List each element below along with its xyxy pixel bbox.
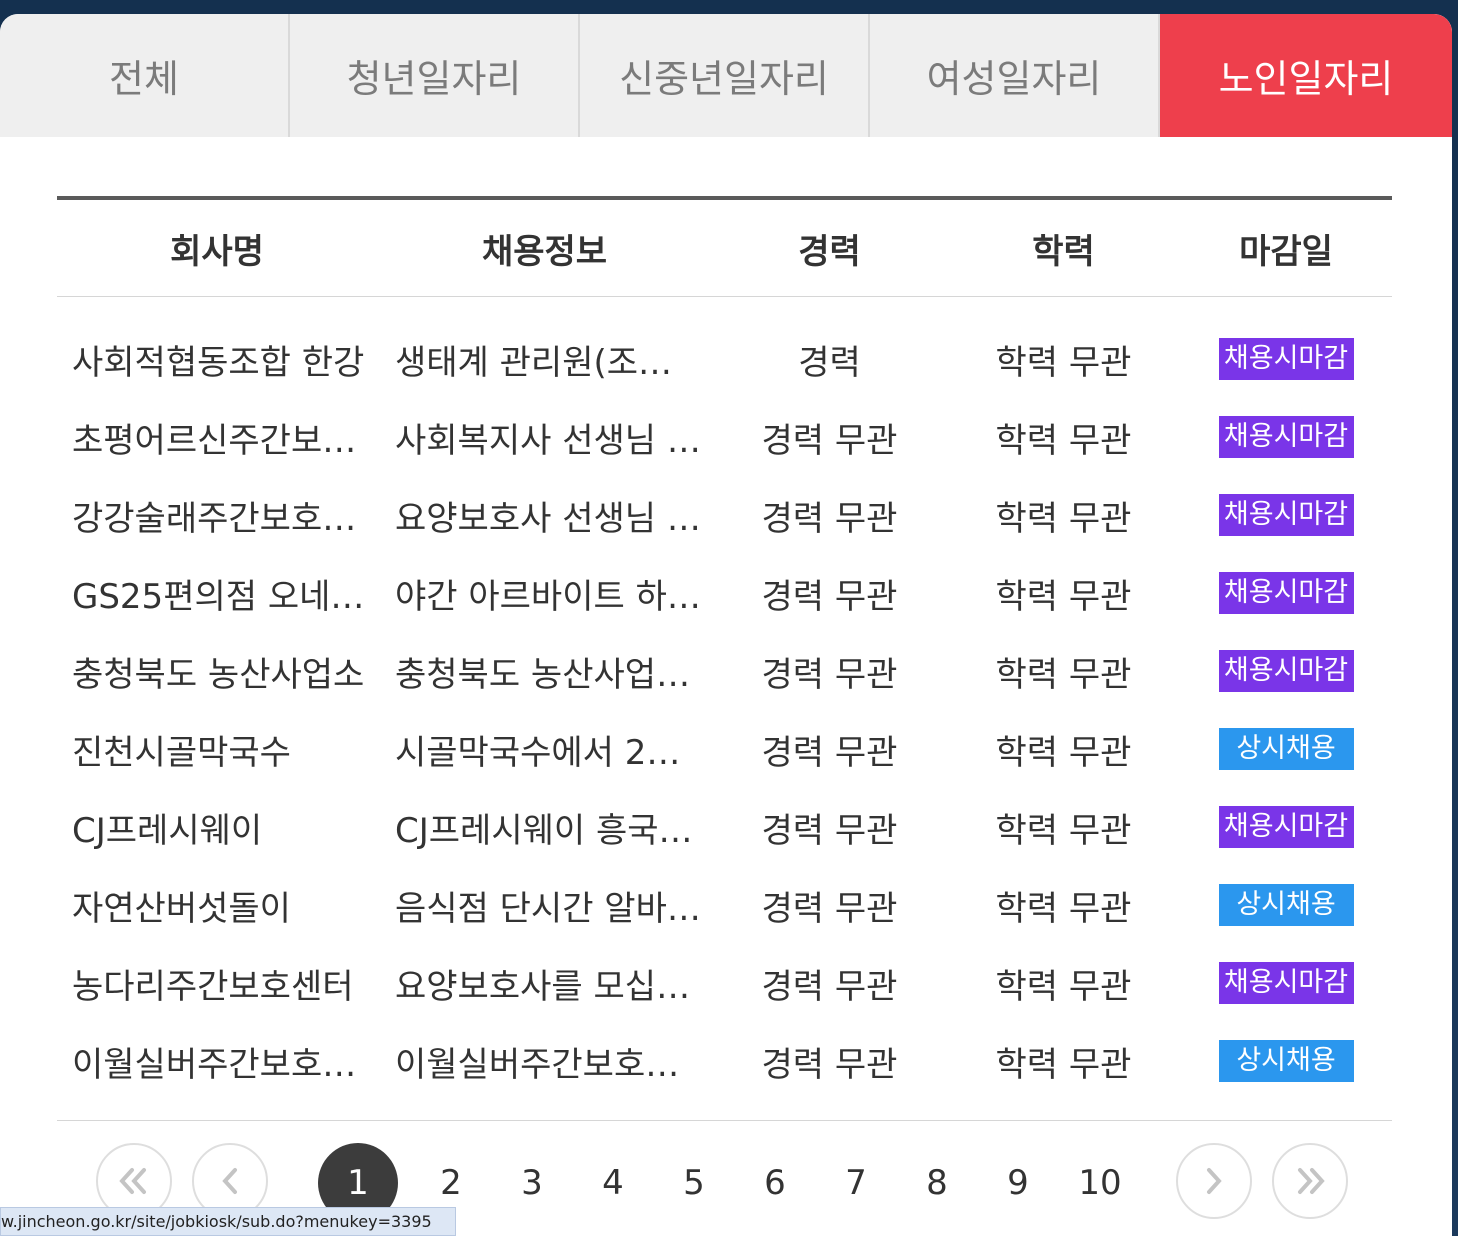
company-cell[interactable]: 이월실버주간보호… (57, 1037, 377, 1086)
job-listing-panel: 전체 청년일자리 신중년일자리 여성일자리 노인일자리 회사명 채용정보 경력 … (0, 14, 1452, 1236)
job-info-cell[interactable]: 야간 아르바이트 하실 … (377, 569, 712, 618)
education-cell: 학력 무관 (995, 576, 1132, 617)
table-row[interactable]: 자연산버섯돌이 음식점 단시간 알바 채용 경력 무관 학력 무관 상시채용 (57, 866, 1392, 944)
double-chevron-right-icon[interactable] (1272, 1143, 1348, 1219)
deadline-badge: 채용시마감 (1218, 338, 1354, 380)
page-4[interactable]: 4 (573, 1143, 653, 1223)
deadline-badge: 채용시마감 (1218, 494, 1354, 536)
deadline-badge: 상시채용 (1218, 884, 1354, 926)
career-cell: 경력 무관 (761, 888, 898, 929)
company-cell[interactable]: 사회적협동조합 한강 (57, 335, 377, 384)
category-tabs: 전체 청년일자리 신중년일자리 여성일자리 노인일자리 (0, 14, 1452, 137)
deadline-badge: 상시채용 (1218, 728, 1354, 770)
job-info-cell[interactable]: 사회복지사 선생님 모… (377, 413, 712, 462)
company-cell[interactable]: GS25편의점 오네… (57, 569, 377, 618)
deadline-badge: 채용시마감 (1218, 806, 1354, 848)
table-row[interactable]: 진천시골막국수 시골막국수에서 2월2… 경력 무관 학력 무관 상시채용 (57, 710, 1392, 788)
deadline-cell: 채용시마감 (1180, 962, 1392, 1004)
education-cell: 학력 무관 (995, 966, 1132, 1007)
job-info-cell[interactable]: 요양보호사 선생님 모… (377, 491, 712, 540)
header-deadline: 마감일 (1239, 231, 1333, 272)
job-info-cell[interactable]: 시골막국수에서 2월2… (377, 725, 712, 774)
header-career: 경력 (798, 231, 861, 272)
deadline-cell: 상시채용 (1180, 1040, 1392, 1082)
tab-women-jobs[interactable]: 여성일자리 (870, 14, 1160, 137)
career-cell: 경력 무관 (761, 732, 898, 773)
deadline-badge: 상시채용 (1218, 1040, 1354, 1082)
table-row[interactable]: 농다리주간보호센터 요양보호사를 모십니다. 경력 무관 학력 무관 채용시마감 (57, 944, 1392, 1022)
deadline-cell: 채용시마감 (1180, 806, 1392, 848)
career-cell: 경력 무관 (761, 576, 898, 617)
table-body: 사회적협동조합 한강생태계 관리원(조경)경…경력학력 무관채용시마감초평어르신… (57, 297, 1392, 1121)
career-cell: 경력 무관 (761, 1044, 898, 1085)
header-job-info: 채용정보 (481, 231, 608, 272)
deadline-cell: 채용시마감 (1180, 416, 1392, 458)
education-cell: 학력 무관 (995, 810, 1132, 851)
tab-youth-jobs[interactable]: 청년일자리 (290, 14, 580, 137)
job-table: 회사명 채용정보 경력 학력 마감일 사회적협동조합 한강 생태계 관리원(조경)… (57, 196, 1392, 1121)
career-cell: 경력 (798, 342, 861, 383)
table-row[interactable]: 충청북도 농산사업소 충청북도 농산사업소 … 경력 무관 학력 무관 채용시마감 (57, 632, 1392, 710)
chevron-right-icon[interactable] (1176, 1143, 1252, 1219)
tab-all[interactable]: 전체 (0, 14, 290, 137)
career-cell: 경력 무관 (761, 966, 898, 1007)
company-cell[interactable]: 농다리주간보호센터 (57, 959, 377, 1008)
education-cell: 학력 무관 (995, 654, 1132, 695)
company-cell[interactable]: 충청북도 농산사업소 (57, 647, 377, 696)
job-info-cell[interactable]: 이월실버주간보호센… (377, 1037, 712, 1086)
page-7[interactable]: 7 (816, 1143, 896, 1223)
page-5[interactable]: 5 (654, 1143, 734, 1223)
header-education: 학력 (1032, 231, 1095, 272)
education-cell: 학력 무관 (995, 420, 1132, 461)
deadline-badge: 채용시마감 (1218, 962, 1354, 1004)
page-3[interactable]: 3 (492, 1143, 572, 1223)
deadline-cell: 상시채용 (1180, 728, 1392, 770)
deadline-cell: 채용시마감 (1180, 572, 1392, 614)
job-info-cell[interactable]: 요양보호사를 모십니다. (377, 959, 712, 1008)
deadline-cell: 채용시마감 (1180, 494, 1392, 536)
table-row[interactable]: CJ프레시웨이 CJ프레시웨이 흥국에… 경력 무관 학력 무관 채용시마감 (57, 788, 1392, 866)
education-cell: 학력 무관 (995, 732, 1132, 773)
page-6[interactable]: 6 (735, 1143, 815, 1223)
education-cell: 학력 무관 (995, 498, 1132, 539)
deadline-badge: 채용시마감 (1218, 650, 1354, 692)
company-cell[interactable]: 진천시골막국수 (57, 725, 377, 774)
job-info-cell[interactable]: CJ프레시웨이 흥국에… (377, 803, 712, 852)
company-cell[interactable]: 자연산버섯돌이 (57, 881, 377, 930)
deadline-badge: 채용시마감 (1218, 416, 1354, 458)
table-header: 회사명 채용정보 경력 학력 마감일 (57, 196, 1392, 297)
career-cell: 경력 무관 (761, 420, 898, 461)
career-cell: 경력 무관 (761, 654, 898, 695)
company-cell[interactable]: CJ프레시웨이 (57, 803, 377, 852)
deadline-cell: 채용시마감 (1180, 338, 1392, 380)
tab-senior-jobs[interactable]: 노인일자리 (1160, 14, 1452, 137)
tab-middle-age-jobs[interactable]: 신중년일자리 (580, 14, 870, 137)
table-row[interactable]: 이월실버주간보호… 이월실버주간보호센… 경력 무관 학력 무관 상시채용 (57, 1022, 1392, 1100)
table-row[interactable]: 사회적협동조합 한강생태계 관리원(조경)경… 경력 학력 무관 채용시마감 (57, 320, 1392, 398)
job-info-cell[interactable]: 충청북도 농산사업소 … (377, 647, 712, 696)
deadline-cell: 채용시마감 (1180, 650, 1392, 692)
table-row[interactable]: 강강술래주간보호… 요양보호사 선생님 모… 경력 무관 학력 무관 채용시마감 (57, 476, 1392, 554)
education-cell: 학력 무관 (995, 1044, 1132, 1085)
job-info-cell[interactable]: 음식점 단시간 알바 채용 (377, 881, 712, 930)
company-cell[interactable]: 초평어르신주간보… (57, 413, 377, 462)
education-cell: 학력 무관 (995, 342, 1132, 383)
header-company: 회사명 (170, 231, 264, 272)
company-cell[interactable]: 강강술래주간보호… (57, 491, 377, 540)
career-cell: 경력 무관 (761, 810, 898, 851)
page-10[interactable]: 10 (1060, 1143, 1140, 1223)
table-row[interactable]: 초평어르신주간보… 사회복지사 선생님 모… 경력 무관 학력 무관 채용시마감 (57, 398, 1392, 476)
deadline-badge: 채용시마감 (1218, 572, 1354, 614)
page-8[interactable]: 8 (897, 1143, 977, 1223)
table-row[interactable]: GS25편의점 오네… 야간 아르바이트 하실 … 경력 무관 학력 무관 채용시마감 (57, 554, 1392, 632)
education-cell: 학력 무관 (995, 888, 1132, 929)
page-9[interactable]: 9 (978, 1143, 1058, 1223)
browser-status-url: w.jincheon.go.kr/site/jobkiosk/sub.do?me… (0, 1207, 456, 1236)
deadline-cell: 상시채용 (1180, 884, 1392, 926)
job-info-cell[interactable]: 생태계 관리원(조경)경… (377, 335, 712, 384)
career-cell: 경력 무관 (761, 498, 898, 539)
